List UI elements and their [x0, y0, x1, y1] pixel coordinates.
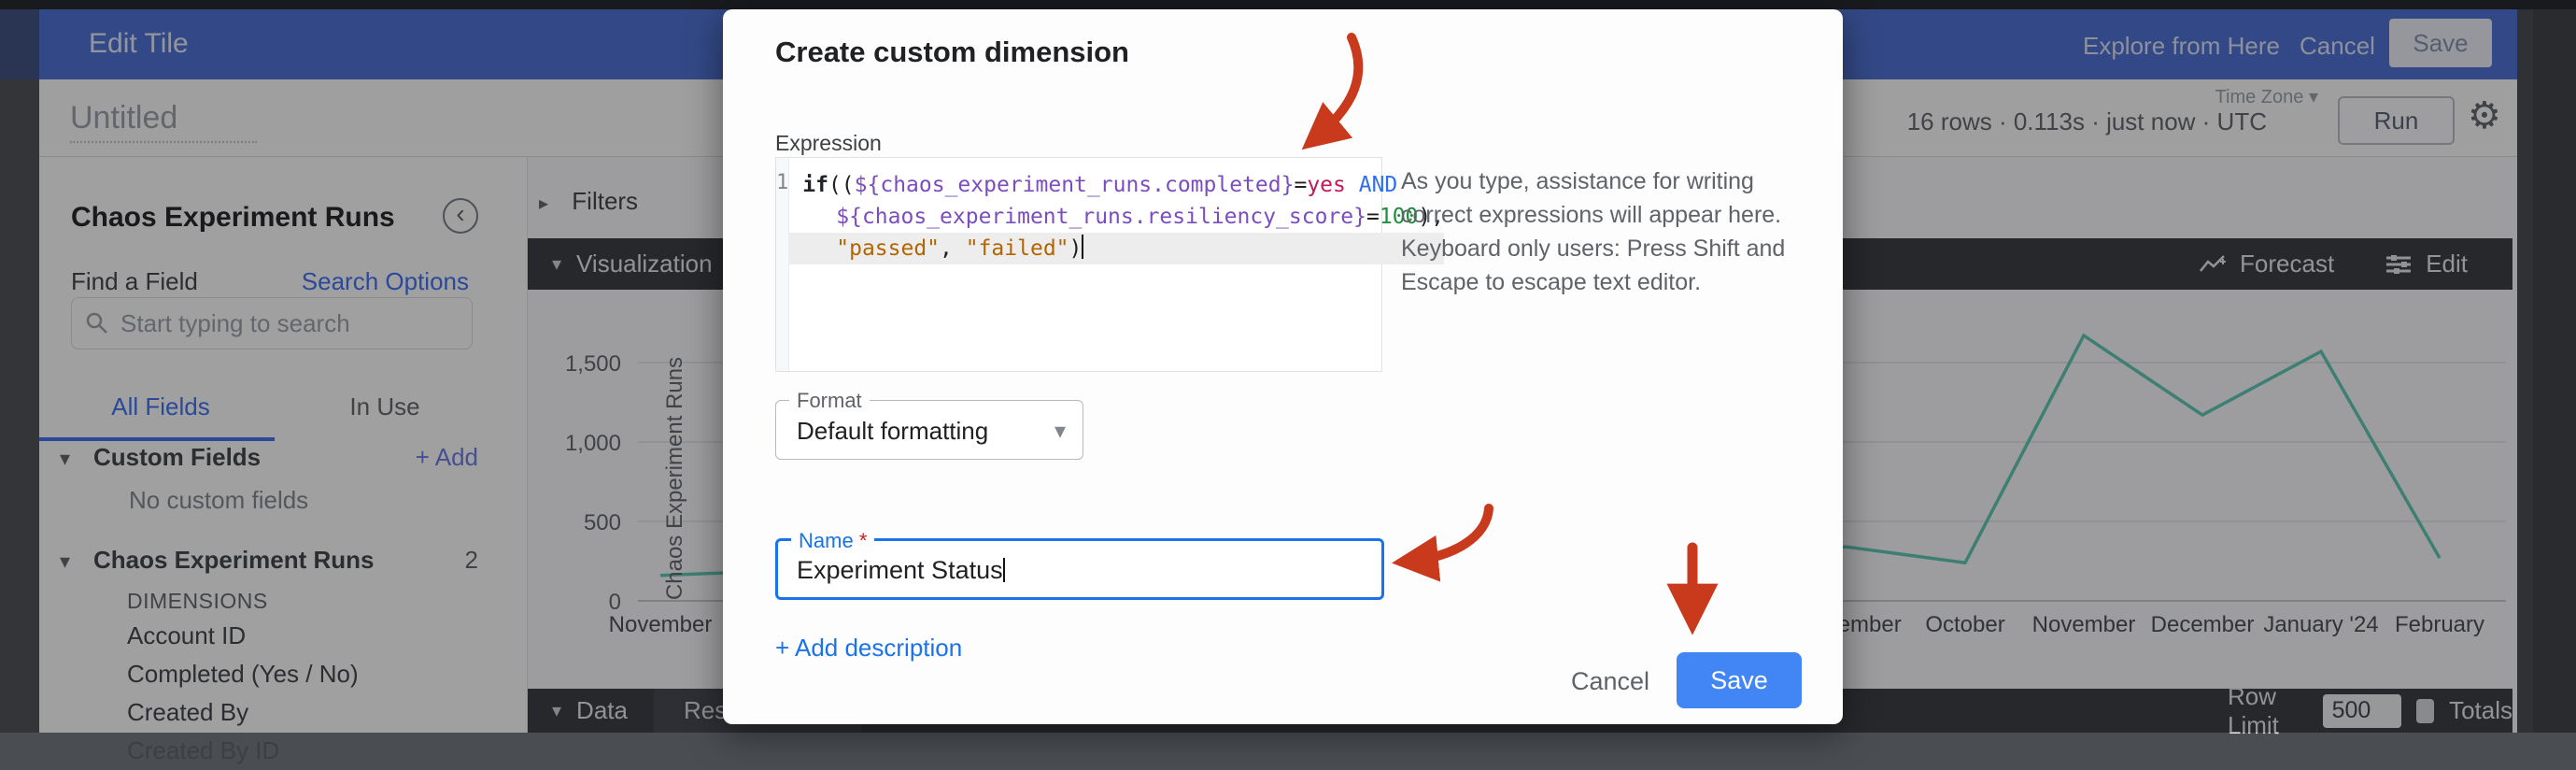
- format-selected-value: Default formatting: [797, 417, 988, 446]
- format-select[interactable]: Format Default formatting ▾: [775, 400, 1083, 460]
- code-line[interactable]: if((${chaos_experiment_runs.completed}=y…: [789, 169, 1444, 201]
- text-cursor: [1082, 235, 1083, 259]
- expression-label: Expression: [775, 131, 882, 156]
- code-line[interactable]: ${chaos_experiment_runs.resiliency_score…: [789, 201, 1444, 233]
- dropdown-caret-icon: ▾: [1054, 418, 1066, 445]
- dialog-title: Create custom dimension: [775, 36, 1129, 69]
- format-label: Format: [789, 389, 870, 413]
- required-asterisk: *: [859, 529, 868, 552]
- code-line[interactable]: "passed", "failed"): [789, 233, 1444, 264]
- text-cursor: [1003, 558, 1005, 582]
- name-input-value: Experiment Status: [797, 556, 1003, 584]
- dialog-save-button[interactable]: Save: [1677, 652, 1802, 708]
- expression-help-text: As you type, assistance for writing corr…: [1401, 164, 1803, 299]
- add-description-link[interactable]: + Add description: [775, 634, 962, 663]
- create-custom-dimension-dialog: Create custom dimension Expression 1 if(…: [723, 9, 1843, 724]
- name-field[interactable]: Name * Experiment Status: [775, 538, 1384, 600]
- dialog-cancel-button[interactable]: Cancel: [1559, 667, 1662, 696]
- expression-editor[interactable]: 1 if((${chaos_experiment_runs.completed}…: [775, 157, 1382, 372]
- line-number-gutter: 1: [776, 158, 789, 371]
- name-label: Name: [799, 529, 854, 552]
- field-item[interactable]: Created By ID: [127, 732, 501, 770]
- expression-code[interactable]: if((${chaos_experiment_runs.completed}=y…: [789, 158, 1444, 371]
